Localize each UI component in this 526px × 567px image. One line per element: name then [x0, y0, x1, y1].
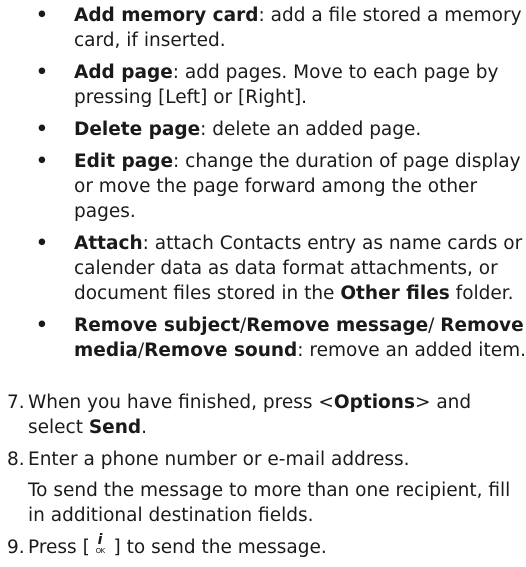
bold-term: Delete page	[74, 119, 201, 140]
bullet-icon: •	[36, 151, 48, 172]
bullet-icon: •	[36, 62, 48, 83]
bullet-item: • Add page: add pages. Move to each page …	[36, 60, 526, 110]
step-number: 7.	[7, 392, 25, 413]
step-note: To send the message to more than one rec…	[28, 480, 511, 526]
text-segment: When you have finished, press <	[28, 392, 334, 413]
bullet-item: • Delete page: delete an added page.	[36, 117, 526, 142]
step-number: 9.	[7, 537, 25, 558]
text-segment: /	[428, 315, 441, 336]
ok-key-label: OK	[95, 547, 106, 555]
text-segment: Enter a phone number or e-mail address.	[28, 449, 410, 470]
step-item: 9. Press [ i OK ] to send the message.	[0, 532, 526, 560]
bold-term: Send	[88, 417, 142, 438]
bold-term: Options	[333, 392, 415, 413]
bullet-icon: •	[36, 315, 48, 336]
step-text: Press [ i OK ] to send the message.	[28, 532, 526, 560]
step-text: When you have finished, press <Options> …	[28, 390, 526, 440]
steps-list: 7. When you have finished, press <Options…	[0, 390, 526, 567]
step-item: 7. When you have finished, press <Options…	[0, 390, 526, 440]
bullet-icon: •	[36, 5, 48, 26]
step-text: Enter a phone number or e-mail address.	[28, 447, 526, 472]
bullet-icon: •	[36, 233, 48, 254]
text-segment: .	[141, 417, 148, 438]
text-segment: ] to send the message.	[107, 537, 327, 558]
bullet-icon: •	[36, 119, 48, 140]
bold-term: Add page	[74, 62, 173, 83]
bold-term: Remove sound	[144, 340, 298, 361]
bold-term: Attach	[74, 233, 143, 254]
bold-term: Remove subject	[74, 315, 240, 336]
bullet-item: • Attach: attach Contacts entry as name c…	[36, 231, 526, 306]
text-segment: : remove an added item.	[297, 340, 526, 361]
text-segment: Press [	[28, 537, 96, 558]
bold-term: Add memory card	[74, 5, 259, 26]
menu-options-list: • Add memory card: add a file stored a me…	[36, 3, 526, 370]
text-segment: : delete an added page.	[200, 119, 422, 140]
manual-page: • Add memory card: add a file stored a me…	[0, 0, 526, 558]
bold-term: Edit page	[74, 151, 174, 172]
step-item: 8. Enter a phone number or e-mail address…	[0, 447, 526, 528]
bullet-item: • Edit page: change the duration of page …	[36, 149, 526, 224]
bold-term: Remove message	[246, 315, 429, 336]
text-segment: folder.	[449, 283, 514, 304]
ok-key-glyph: i	[97, 532, 103, 548]
bullet-item: • Remove subject/Remove message/ Remove m…	[36, 313, 526, 363]
bold-term: Other files	[340, 283, 450, 304]
bullet-item: • Add memory card: add a file stored a me…	[36, 3, 526, 53]
step-number: 8.	[7, 449, 25, 470]
